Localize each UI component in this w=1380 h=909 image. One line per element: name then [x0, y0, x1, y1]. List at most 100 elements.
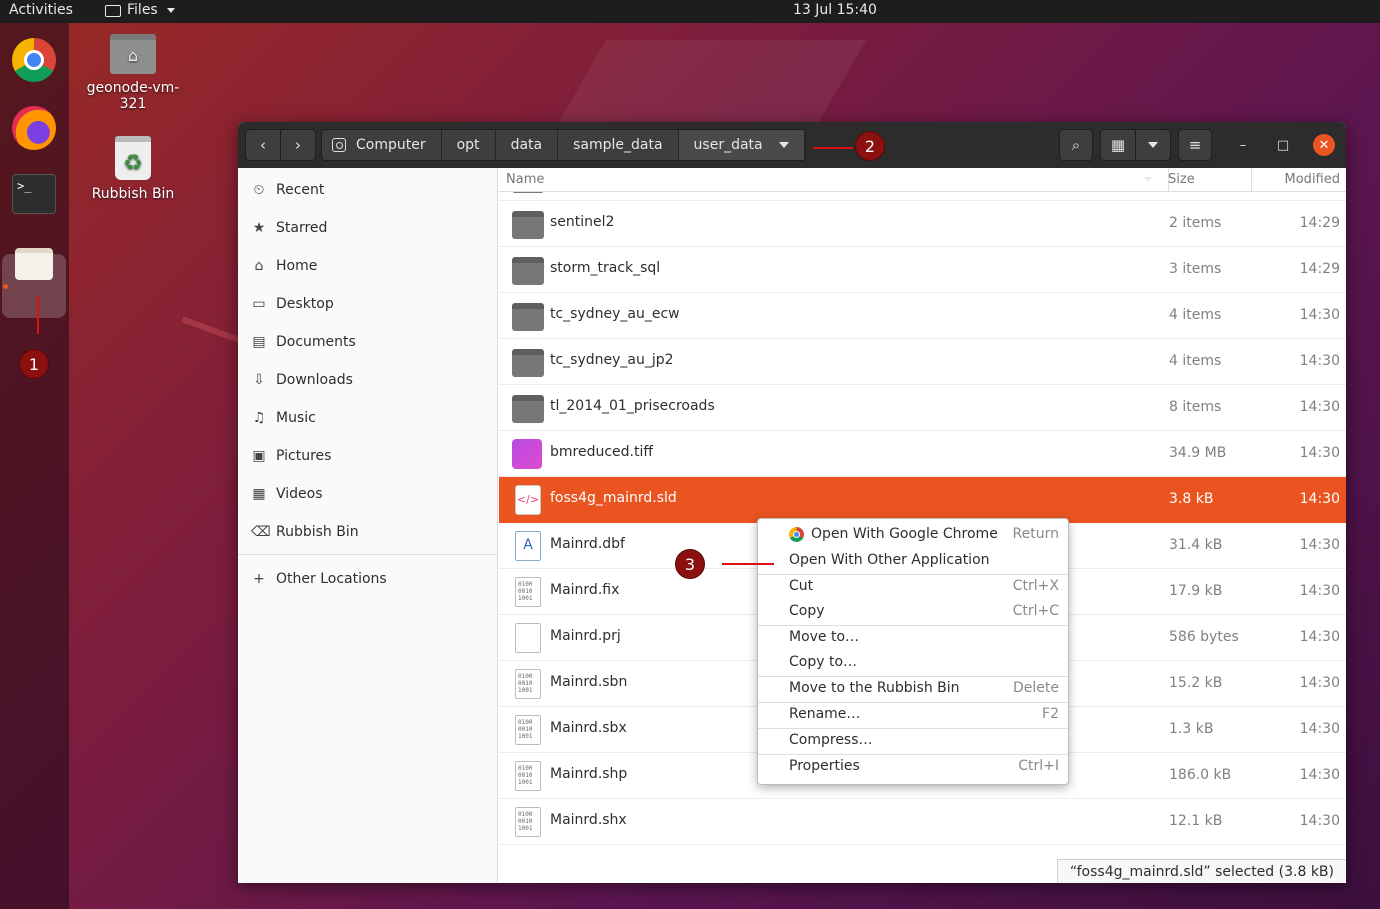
- file-row[interactable]: 0100 0010 1001 Mainrd.shx 12.1 kB 14:30: [499, 799, 1346, 845]
- file-modified: 14:30: [1299, 767, 1340, 783]
- path-crumb-opt[interactable]: opt: [442, 130, 496, 160]
- activities-button[interactable]: Activities: [9, 2, 73, 18]
- maximize-icon: □: [1276, 137, 1290, 153]
- terminal-icon: >_: [12, 174, 56, 214]
- sidebar-item-starred[interactable]: ★ Starred: [251, 215, 328, 241]
- maximize-button[interactable]: □: [1272, 134, 1294, 156]
- sidebar-item-label: Desktop: [276, 296, 334, 312]
- menu-item-accel: Ctrl+X: [1012, 578, 1059, 594]
- binary-file-icon: 0100 0010 1001: [512, 807, 541, 837]
- column-size[interactable]: Size: [1168, 172, 1195, 187]
- file-row[interactable]: tl_2014_01_prisecroads 8 items 14:30: [499, 385, 1346, 431]
- column-name[interactable]: Name: [506, 172, 544, 187]
- file-name: Mainrd.fix: [550, 582, 620, 598]
- annotation-arrow: [37, 296, 39, 334]
- file-modified: 14:30: [1299, 675, 1340, 691]
- menu-item-compress[interactable]: Compress…: [758, 729, 1068, 753]
- menu-item-move-to-rubbish-bin[interactable]: Move to the Rubbish Bin Delete: [758, 677, 1068, 701]
- binary-file-icon: 0100 0010 1001: [512, 715, 541, 745]
- sidebar-item-rubbish-bin[interactable]: ⌫ Rubbish Bin: [251, 519, 359, 545]
- sidebar-item-label: Documents: [276, 334, 356, 350]
- trash-icon: ♻: [115, 136, 151, 180]
- menu-item-open-with-other[interactable]: Open With Other Application: [758, 549, 1068, 573]
- dock-chrome[interactable]: [9, 35, 59, 85]
- file-size: 4 items: [1169, 307, 1222, 323]
- annotation-arrow: [722, 563, 774, 565]
- sidebar-item-recent[interactable]: ⏲ Recent: [251, 177, 325, 203]
- dock-firefox[interactable]: [9, 103, 59, 153]
- search-icon: ⌕: [1071, 136, 1081, 154]
- file-row[interactable]: tc_sydney_au_jp2 4 items 14:30: [499, 339, 1346, 385]
- menu-item-rename[interactable]: Rename… F2: [758, 703, 1068, 727]
- file-name: foss4g_mainrd.sld: [550, 490, 677, 506]
- menu-item-properties[interactable]: Properties Ctrl+I: [758, 755, 1068, 779]
- main-menu-button[interactable]: ≡: [1178, 129, 1212, 161]
- desktop-icon-label: Rubbish Bin: [91, 186, 175, 202]
- status-overlay: “foss4g_mainrd.sld” selected (3.8 kB): [1056, 859, 1346, 883]
- clock[interactable]: 13 Jul 15:40: [793, 2, 877, 18]
- close-button[interactable]: ✕: [1313, 134, 1335, 156]
- file-modified: 14:30: [1299, 813, 1340, 829]
- app-menu[interactable]: Files: [105, 2, 175, 18]
- minimize-button[interactable]: –: [1232, 134, 1254, 156]
- view-options-button[interactable]: [1135, 129, 1171, 161]
- chevron-down-icon: [778, 142, 789, 148]
- forward-button[interactable]: ›: [280, 129, 316, 161]
- dock-files[interactable]: [9, 239, 59, 289]
- sidebar-item-documents[interactable]: ▤ Documents: [251, 329, 356, 355]
- desktop-home-folder[interactable]: ⌂ geonode-vm-321: [78, 34, 188, 112]
- file-row[interactable]: tc_sydney_au_ecw 4 items 14:30: [499, 293, 1346, 339]
- file-row[interactable]: </> foss4g_mainrd.sld 3.8 kB 14:30: [499, 477, 1346, 523]
- file-modified: 14:30: [1299, 307, 1340, 323]
- hamburger-icon: ≡: [1188, 136, 1202, 154]
- file-modified: 14:30: [1299, 629, 1340, 645]
- menu-item-label: Move to…: [789, 629, 860, 645]
- search-button[interactable]: ⌕: [1059, 129, 1093, 161]
- places-sidebar: ⏲ Recent ★ Starred ⌂ Home ▭ Desktop ▤ Documen…: [238, 168, 498, 883]
- file-size: 3 items: [1169, 261, 1222, 277]
- text-file-icon: [512, 623, 541, 653]
- file-modified: 14:30: [1299, 491, 1340, 507]
- path-crumb-user-data[interactable]: user_data: [678, 130, 805, 160]
- menu-item-move-to[interactable]: Move to…: [758, 626, 1068, 650]
- view-grid-button[interactable]: ▦: [1100, 129, 1136, 161]
- column-modified[interactable]: Modified: [1285, 172, 1340, 187]
- file-modified: 14:29: [1299, 215, 1340, 231]
- grid-icon: ▦: [1110, 136, 1126, 154]
- database-file-icon: A: [512, 531, 541, 561]
- sidebar-item-downloads[interactable]: ⇩ Downloads: [251, 367, 353, 393]
- file-name: tc_sydney_au_jp2: [550, 352, 674, 368]
- file-row[interactable]: storm_track_sql 3 items 14:29: [499, 247, 1346, 293]
- path-crumb-sample-data[interactable]: sample_data: [558, 130, 679, 160]
- sidebar-item-music[interactable]: ♫ Music: [251, 405, 316, 431]
- crumb-label: opt: [456, 137, 480, 153]
- back-button[interactable]: ‹: [245, 129, 281, 161]
- sidebar-item-label: Recent: [276, 182, 325, 198]
- desktop-rubbish-bin[interactable]: ♻ Rubbish Bin: [88, 136, 178, 202]
- path-crumb-data[interactable]: data: [496, 130, 559, 160]
- path-crumb-computer[interactable]: Computer: [322, 130, 442, 160]
- menu-item-cut[interactable]: Cut Ctrl+X: [758, 575, 1068, 599]
- annotation-badge-2: 2: [855, 131, 885, 161]
- sidebar-item-videos[interactable]: ▦ Videos: [251, 481, 322, 507]
- sidebar-item-label: Pictures: [276, 448, 332, 464]
- menu-item-copy-to[interactable]: Copy to…: [758, 651, 1068, 675]
- menu-item-copy[interactable]: Copy Ctrl+C: [758, 600, 1068, 624]
- sidebar-item-label: Starred: [276, 220, 328, 236]
- sidebar-item-pictures[interactable]: ▣ Pictures: [251, 443, 331, 469]
- sidebar-item-desktop[interactable]: ▭ Desktop: [251, 291, 334, 317]
- file-size: 31.4 kB: [1169, 537, 1223, 553]
- sidebar-item-other-locations[interactable]: + Other Locations: [251, 566, 387, 592]
- file-row[interactable]: bmreduced.tiff 34.9 MB 14:30: [499, 431, 1346, 477]
- sidebar-item-home[interactable]: ⌂ Home: [251, 253, 318, 279]
- folder-icon: [512, 347, 544, 377]
- menu-item-open-with-chrome[interactable]: Open With Google Chrome Return: [758, 523, 1068, 547]
- file-size: 4 items: [1169, 353, 1222, 369]
- sort-icon[interactable]: [1144, 177, 1152, 182]
- menu-item-label: Open With Other Application: [789, 552, 990, 568]
- file-row[interactable]: sentinel2 2 items 14:29: [499, 201, 1346, 247]
- file-name: Mainrd.dbf: [550, 536, 625, 552]
- binary-file-icon: 0100 0010 1001: [512, 669, 541, 699]
- file-name: Mainrd.sbn: [550, 674, 628, 690]
- dock-terminal[interactable]: >_: [9, 169, 59, 219]
